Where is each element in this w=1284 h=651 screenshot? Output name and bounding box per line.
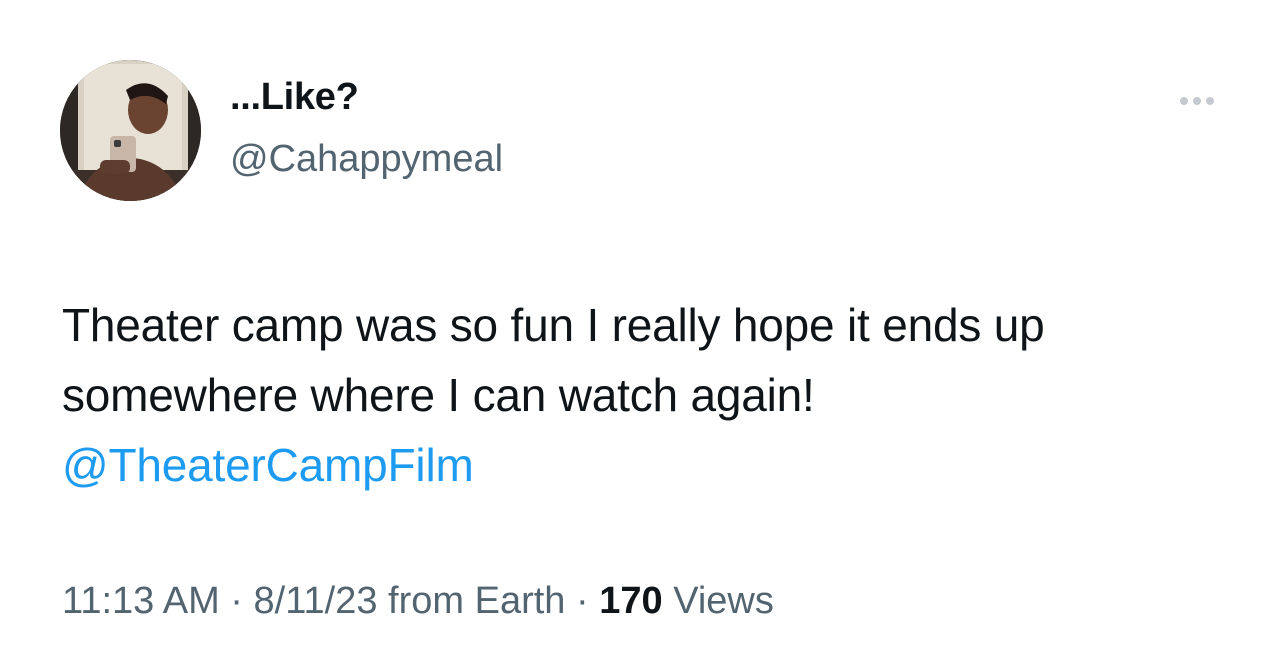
tweet-text-line: somewhere where I can watch again! <box>62 369 815 421</box>
tweet-card: ...Like? @Cahappymeal Theater camp was s… <box>0 0 1284 651</box>
meta-separator: · <box>230 580 243 622</box>
views-count[interactable]: 170 <box>599 580 662 622</box>
tweet-text-line: Theater camp was so fun I really hope it… <box>62 299 1045 351</box>
tweet-time[interactable]: 11:13 AM <box>62 580 220 622</box>
more-horizontal-icon <box>1180 97 1188 105</box>
mention-link[interactable]: @TheaterCampFilm <box>62 430 1242 500</box>
meta-separator: · <box>576 580 589 622</box>
avatar[interactable] <box>60 60 201 201</box>
more-horizontal-icon-dot <box>1193 97 1201 105</box>
avatar-photo <box>60 60 201 201</box>
display-name[interactable]: ...Like? <box>230 76 359 119</box>
user-handle[interactable]: @Cahappymeal <box>230 138 503 181</box>
tweet-source: from Earth <box>388 580 566 622</box>
more-horizontal-icon-dot <box>1206 97 1214 105</box>
tweet-text: Theater camp was so fun I really hope it… <box>62 290 1242 500</box>
tweet-date[interactable]: 8/11/23 <box>254 580 378 622</box>
tweet-metadata: 11:13 AM · 8/11/23 from Earth · 170 View… <box>62 580 774 623</box>
views-label[interactable]: Views <box>673 580 774 622</box>
more-options-button[interactable] <box>1172 88 1222 114</box>
